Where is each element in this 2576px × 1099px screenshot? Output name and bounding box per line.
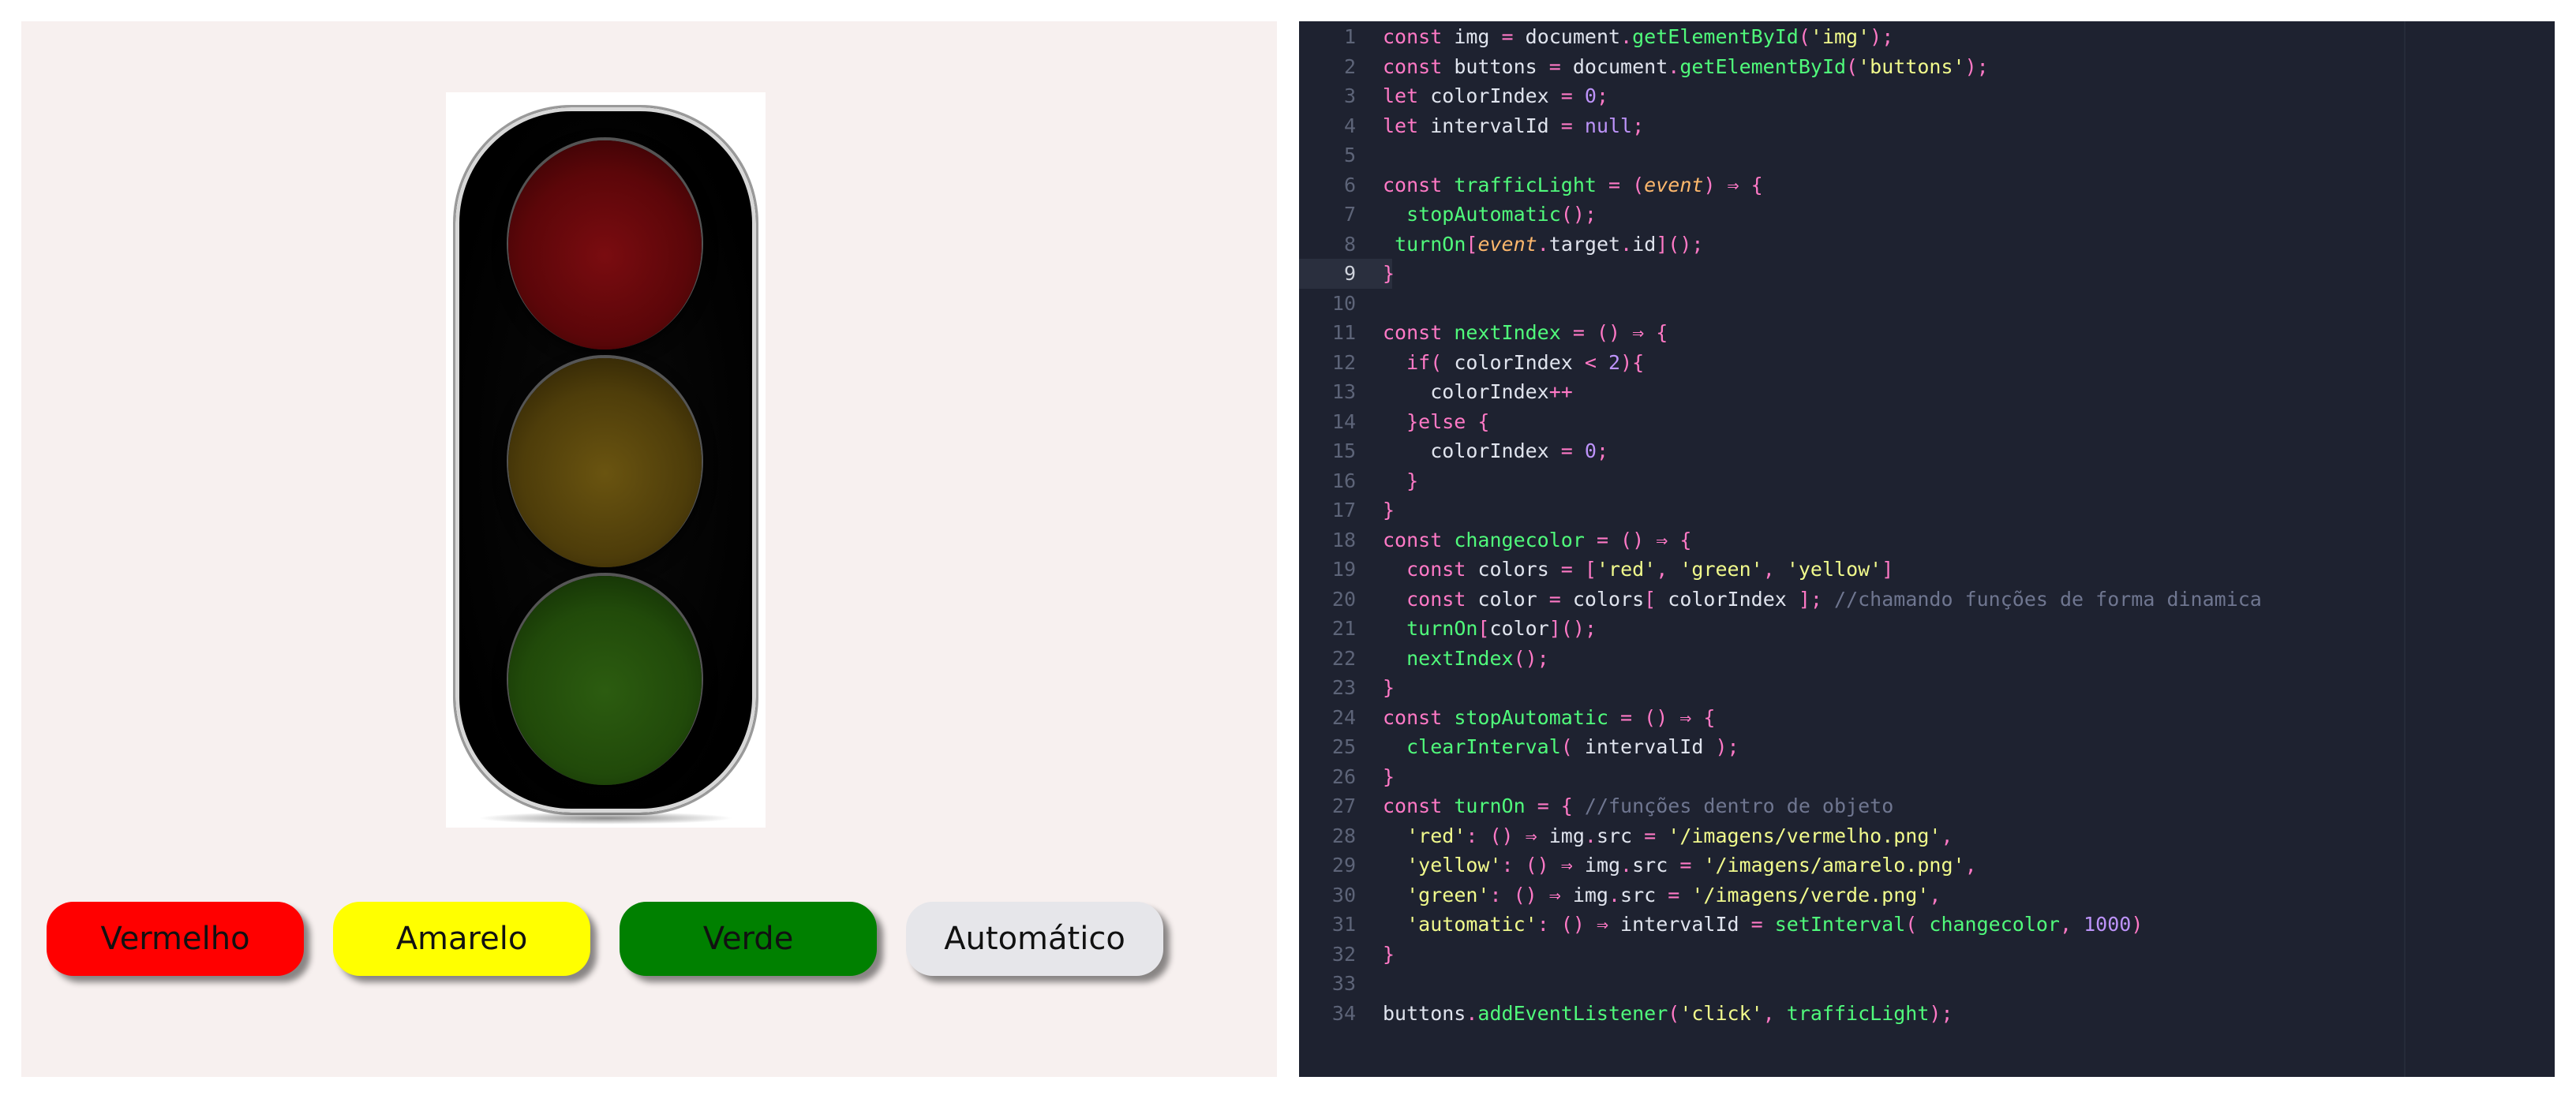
code-line[interactable]: } xyxy=(1383,940,1395,970)
green-lamp xyxy=(508,576,702,785)
line-number: 7 xyxy=(1343,203,1356,226)
line-number: 22 xyxy=(1331,646,1356,670)
green-button[interactable]: Verde xyxy=(620,902,877,976)
code-line[interactable]: const trafficLight = (event) ⇒ { xyxy=(1383,170,1763,200)
line-number: 8 xyxy=(1343,232,1356,256)
code-line[interactable]: }else { xyxy=(1383,407,1489,437)
code-editor[interactable]: 1 2 3 4 5 6 7 8 9 10 11 12 13 14 15 16 17 18 19 20 21 22 23 24 2… xyxy=(1299,21,2555,1077)
code-line[interactable]: } xyxy=(1383,259,1395,289)
line-number: 3 xyxy=(1343,84,1356,107)
code-line[interactable]: nextIndex(); xyxy=(1383,644,1549,674)
code-line[interactable]: buttons.addEventListener('click', traffi… xyxy=(1383,999,1953,1029)
code-line[interactable]: } xyxy=(1383,466,1418,496)
line-number: 10 xyxy=(1331,291,1356,315)
yellow-button[interactable]: Amarelo xyxy=(333,902,590,976)
yellow-lamp xyxy=(508,358,702,567)
code-line[interactable]: } xyxy=(1383,495,1395,525)
traffic-light-shadow xyxy=(477,812,734,824)
code-line[interactable]: const buttons = document.getElementById(… xyxy=(1383,52,1989,82)
code-line[interactable]: const colors = ['red', 'green', 'yellow'… xyxy=(1383,555,1893,585)
line-number: 28 xyxy=(1331,824,1356,847)
line-number: 25 xyxy=(1331,735,1356,758)
red-button[interactable]: Vermelho xyxy=(47,902,304,976)
code-line[interactable]: const changecolor = () ⇒ { xyxy=(1383,525,1691,555)
line-number: 1 xyxy=(1343,25,1356,48)
code-line[interactable]: 'yellow': () ⇒ img.src = '/imagens/amare… xyxy=(1383,850,1977,880)
code-line[interactable]: const turnOn = { //funções dentro de obj… xyxy=(1383,791,1893,821)
code-line[interactable]: const color = colors[ colorIndex ]; //ch… xyxy=(1383,585,2262,615)
line-number: 27 xyxy=(1331,794,1356,817)
line-number-gutter: 1 2 3 4 5 6 7 8 9 10 11 12 13 14 15 16 17 18 19 20 21 22 23 24 2… xyxy=(1299,21,1392,1077)
code-line[interactable]: turnOn[event.target.id](); xyxy=(1383,230,1703,260)
line-number: 11 xyxy=(1331,321,1356,344)
code-line[interactable]: turnOn[color](); xyxy=(1383,614,1597,644)
line-number: 34 xyxy=(1331,1001,1356,1025)
line-number: 14 xyxy=(1331,409,1356,433)
line-number: 2 xyxy=(1343,54,1356,78)
code-line[interactable]: colorIndex++ xyxy=(1383,377,1573,407)
code-line[interactable]: if( colorIndex < 2){ xyxy=(1383,348,1644,378)
line-number: 23 xyxy=(1331,676,1356,699)
line-number: 16 xyxy=(1331,469,1356,492)
automatic-button[interactable]: Automático xyxy=(906,902,1163,976)
code-line[interactable]: 'green': () ⇒ img.src = '/imagens/verde.… xyxy=(1383,880,1941,910)
line-number: 19 xyxy=(1331,558,1356,581)
code-line[interactable]: let intervalId = null; xyxy=(1383,111,1644,141)
line-number: 4 xyxy=(1343,114,1356,137)
code-line[interactable]: 'automatic': () ⇒ intervalId = setInterv… xyxy=(1383,910,2143,940)
line-number: 33 xyxy=(1331,972,1356,995)
line-number: 29 xyxy=(1331,854,1356,877)
traffic-light-app: Vermelho Amarelo Verde Automático xyxy=(21,21,1277,1077)
code-line[interactable]: clearInterval( intervalId ); xyxy=(1383,732,1739,762)
code-line[interactable]: } xyxy=(1383,673,1395,703)
line-number: 13 xyxy=(1331,380,1356,403)
traffic-light-image xyxy=(446,92,766,828)
line-number: 18 xyxy=(1331,528,1356,551)
code-line[interactable]: colorIndex = 0; xyxy=(1383,436,1608,466)
code-line[interactable]: 'red': () ⇒ img.src = '/imagens/vermelho… xyxy=(1383,821,1953,851)
line-number: 15 xyxy=(1331,439,1356,462)
code-line[interactable]: const stopAutomatic = () ⇒ { xyxy=(1383,703,1715,733)
line-number: 31 xyxy=(1331,913,1356,936)
line-number: 30 xyxy=(1331,883,1356,906)
line-number: 21 xyxy=(1331,617,1356,640)
line-number: 17 xyxy=(1331,499,1356,521)
code-line[interactable]: stopAutomatic(); xyxy=(1383,200,1597,230)
code-line[interactable]: const nextIndex = () ⇒ { xyxy=(1383,318,1668,348)
line-number: 32 xyxy=(1331,942,1356,966)
code-line[interactable]: let colorIndex = 0; xyxy=(1383,81,1608,111)
code-line[interactable]: } xyxy=(1383,762,1395,792)
line-number: 9 xyxy=(1299,259,1392,289)
line-number: 5 xyxy=(1343,144,1356,166)
wrap-guide xyxy=(2404,21,2406,1077)
line-number: 12 xyxy=(1331,350,1356,374)
line-number: 26 xyxy=(1331,764,1356,788)
line-number: 24 xyxy=(1331,705,1356,729)
traffic-light-housing xyxy=(453,105,758,815)
line-number: 20 xyxy=(1331,587,1356,611)
red-lamp xyxy=(508,140,702,350)
code-line[interactable]: const img = document.getElementById('img… xyxy=(1383,22,1893,52)
line-number: 6 xyxy=(1343,173,1356,196)
